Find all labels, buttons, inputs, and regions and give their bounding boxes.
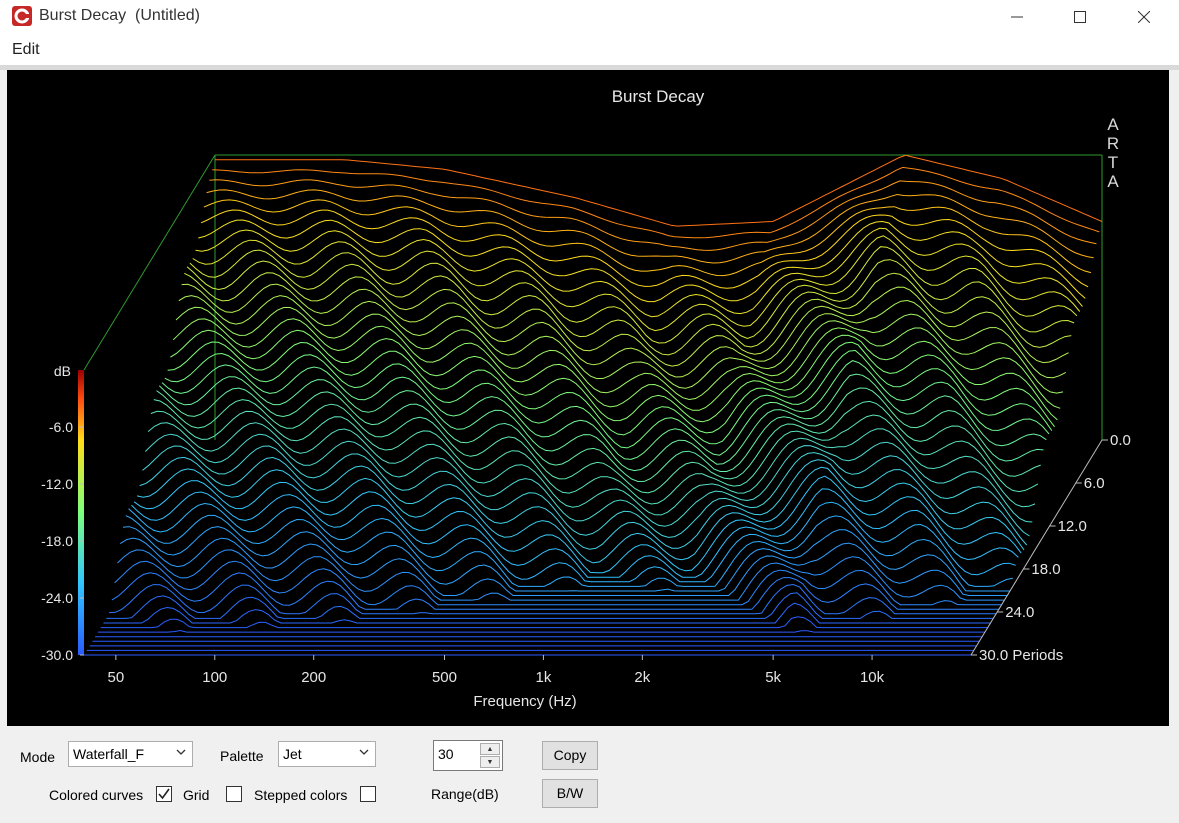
x-tick-label: 200: [301, 669, 326, 686]
menu-bar: Edit: [0, 33, 1179, 65]
colored-curves-checkbox[interactable]: [156, 786, 172, 802]
z-axis-ticks: -6.0 -12.0 -18.0 -24.0 -30.0: [41, 419, 84, 663]
palette-select[interactable]: Jet: [278, 741, 376, 767]
z-tick-label: -18.0: [41, 533, 73, 549]
depth-tick-label: 6.0: [1084, 475, 1105, 492]
x-tick-label: 1k: [536, 669, 552, 686]
arta-app-icon: [12, 6, 32, 26]
decay-slice: [125, 514, 1013, 587]
depth-tick-label: 24.0: [1005, 604, 1034, 621]
menu-edit[interactable]: Edit: [12, 41, 40, 59]
decay-slice: [203, 199, 1092, 277]
decay-slice: [128, 501, 1016, 583]
maximize-button[interactable]: [1057, 0, 1103, 33]
watermark-letter: R: [1107, 134, 1119, 153]
window-app-name: Burst Decay: [39, 7, 127, 24]
chart-title: Burst Decay: [612, 87, 705, 106]
x-tick-label: 2k: [634, 669, 650, 686]
spin-up-icon[interactable]: ▲: [480, 743, 500, 755]
window-doc-name: (Untitled): [135, 7, 200, 24]
decay-slice: [103, 602, 991, 624]
title-bar: Burst Decay (Untitled): [0, 0, 1179, 33]
decay-slice: [136, 466, 1025, 564]
checkmark-icon: [158, 788, 170, 800]
decay-slice: [97, 629, 985, 633]
decay-slice: [172, 318, 1061, 411]
depth-tick-label: 0.0: [1110, 432, 1131, 449]
spinner-arrows: ▲ ▼: [480, 743, 500, 769]
x-tick-label: 5k: [765, 669, 781, 686]
x-tick-label: 100: [202, 669, 227, 686]
z-tick-label: -24.0: [41, 590, 73, 606]
watermark-letter: A: [1107, 172, 1119, 191]
x-tick-label: 50: [108, 669, 125, 686]
palette-select-value: Jet: [283, 746, 302, 762]
bw-button[interactable]: B/W: [542, 779, 598, 808]
arta-watermark: ARTA: [1107, 115, 1119, 191]
x-tick-label: 10k: [860, 669, 885, 686]
colorbar: [78, 370, 84, 655]
z-axis-label: dB: [54, 363, 71, 379]
close-button[interactable]: [1121, 0, 1167, 33]
frame-line: [83, 154, 216, 371]
minimize-icon: [1011, 16, 1023, 17]
mode-label: Mode: [20, 749, 56, 765]
x-tick-label: 500: [432, 669, 457, 686]
stepped-colors-label: Stepped colors: [254, 787, 348, 803]
depth-tick-label: 30.0 Periods: [979, 647, 1063, 664]
palette-label: Palette: [220, 748, 264, 764]
decay-slice: [142, 445, 1030, 538]
x-axis-ticks: 50 100 200 500 1k 2k 5k 10k: [108, 655, 885, 686]
range-label: Range(dB): [431, 786, 499, 802]
decay-slice: [186, 259, 1075, 356]
range-spinner[interactable]: 30 ▲ ▼: [433, 740, 503, 771]
decay-slice: [164, 349, 1053, 449]
chevron-down-icon: [359, 749, 369, 755]
watermark-letter: T: [1108, 153, 1118, 172]
decay-slice: [150, 410, 1039, 505]
chevron-down-icon: [176, 749, 186, 755]
decay-slice: [131, 488, 1019, 578]
range-spinner-value[interactable]: 30: [438, 746, 454, 762]
grid-checkbox[interactable]: [226, 786, 242, 802]
maximize-icon: [1074, 10, 1086, 23]
stepped-colors-checkbox[interactable]: [360, 786, 376, 802]
decay-slice: [181, 283, 1069, 378]
close-icon: [1138, 10, 1150, 23]
z-tick-label: -12.0: [41, 476, 73, 492]
depth-axis-ticks: 0.0 6.0 12.0 18.0 24.0 30.0 Periods: [970, 432, 1131, 664]
decay-slice: [212, 166, 1100, 239]
waterfall-curves: [84, 154, 1103, 656]
window-title: Burst Decay (Untitled): [39, 7, 200, 25]
copy-button[interactable]: Copy: [542, 741, 598, 770]
decay-slice: [215, 154, 1103, 227]
depth-tick-label: 18.0: [1031, 561, 1060, 578]
colored-curves-label: Colored curves: [49, 787, 144, 803]
decay-slice: [170, 329, 1058, 423]
mode-select[interactable]: Waterfall_F: [68, 741, 193, 767]
decay-slice: [206, 189, 1094, 264]
z-tick-label: -30.0: [41, 647, 73, 663]
watermark-letter: A: [1107, 115, 1119, 134]
depth-axis-line: [970, 439, 1103, 656]
decay-slice: [192, 235, 1081, 332]
decay-slice: [167, 341, 1055, 436]
z-tick-label: -6.0: [49, 419, 73, 435]
decay-slice: [161, 360, 1050, 460]
waterfall-chart: Burst Decay dB Frequency (Hz) ARTA 50 100…: [41, 87, 1131, 710]
spin-down-icon[interactable]: ▼: [480, 756, 500, 768]
decay-slice: [144, 433, 1033, 527]
grid-label: Grid: [183, 787, 210, 803]
decay-slice: [200, 209, 1089, 289]
decay-slice: [106, 592, 994, 619]
decay-slice: [147, 422, 1036, 516]
x-axis-label: Frequency (Hz): [473, 693, 576, 710]
minimize-button[interactable]: [994, 0, 1040, 33]
plot-area: Burst Decay dB Frequency (Hz) ARTA 50 100…: [7, 70, 1169, 726]
mode-select-value: Waterfall_F: [73, 746, 145, 762]
depth-tick-label: 12.0: [1058, 518, 1087, 535]
